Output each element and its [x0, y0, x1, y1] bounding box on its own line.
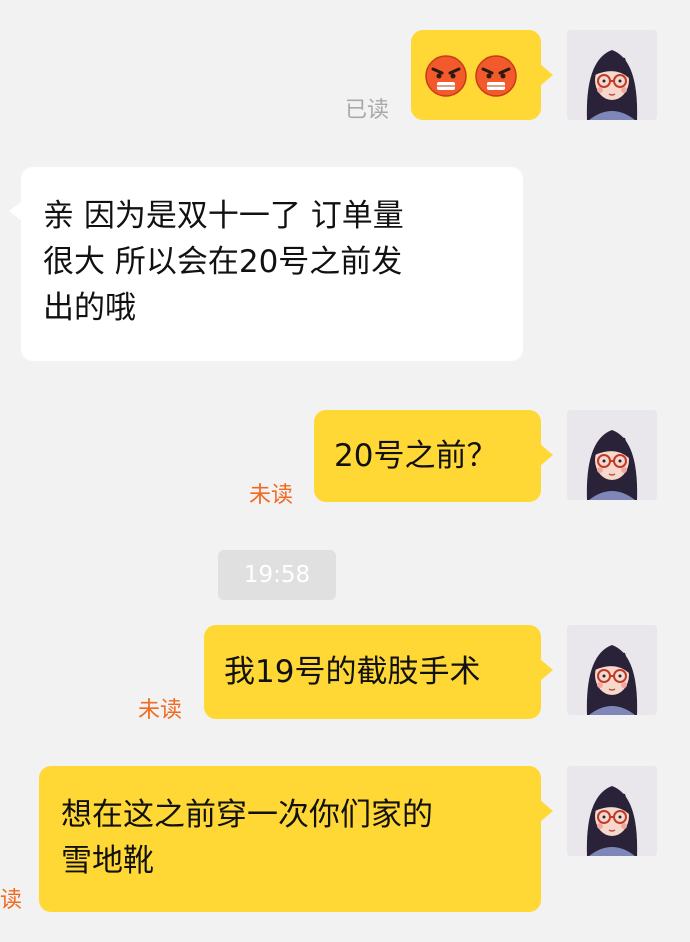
message-text: 我19号的截肢手术 [224, 654, 481, 690]
read-status: 已读 [345, 98, 390, 123]
angry-face-icon [424, 54, 468, 98]
message-row: 亲 因为是双十一了 订单量 很大 所以会在20号之前发 出的哦 [0, 160, 690, 370]
message-bubble[interactable] [411, 30, 553, 120]
user-avatar[interactable] [567, 410, 657, 500]
message-bubble[interactable]: 想在这之前穿一次你们家的 雪地靴 [39, 766, 553, 912]
timestamp: 19:58 [218, 550, 336, 600]
user-avatar[interactable] [567, 30, 657, 120]
message-row: 已读 [0, 0, 690, 130]
unread-status: 未读 [249, 483, 294, 508]
angry-face-icon [474, 54, 518, 98]
message-text-line: 想在这之前穿一次你们家的 [61, 797, 433, 833]
user-avatar[interactable] [567, 766, 657, 856]
message-row: 未读 我19号的截肢手术 [0, 615, 690, 725]
message-text-line: 亲 因为是双十一了 订单量 [43, 198, 404, 234]
user-avatar[interactable] [567, 625, 657, 715]
message-row: 读 想在这之前穿一次你们家的 雪地靴 [0, 755, 690, 925]
message-bubble[interactable]: 我19号的截肢手术 [204, 625, 553, 719]
message-text-line: 出的哦 [43, 290, 136, 326]
unread-status: 未读 [138, 698, 183, 723]
message-text-line: 很大 所以会在20号之前发 [43, 244, 403, 280]
message-row: 未读 20号之前？ [0, 400, 690, 510]
message-bubble[interactable]: 亲 因为是双十一了 订单量 很大 所以会在20号之前发 出的哦 [9, 167, 523, 361]
unread-status: 读 [0, 888, 23, 913]
message-text: 20号之前？ [334, 438, 498, 474]
message-bubble[interactable]: 20号之前？ [314, 410, 553, 502]
message-text-line: 雪地靴 [61, 843, 154, 879]
